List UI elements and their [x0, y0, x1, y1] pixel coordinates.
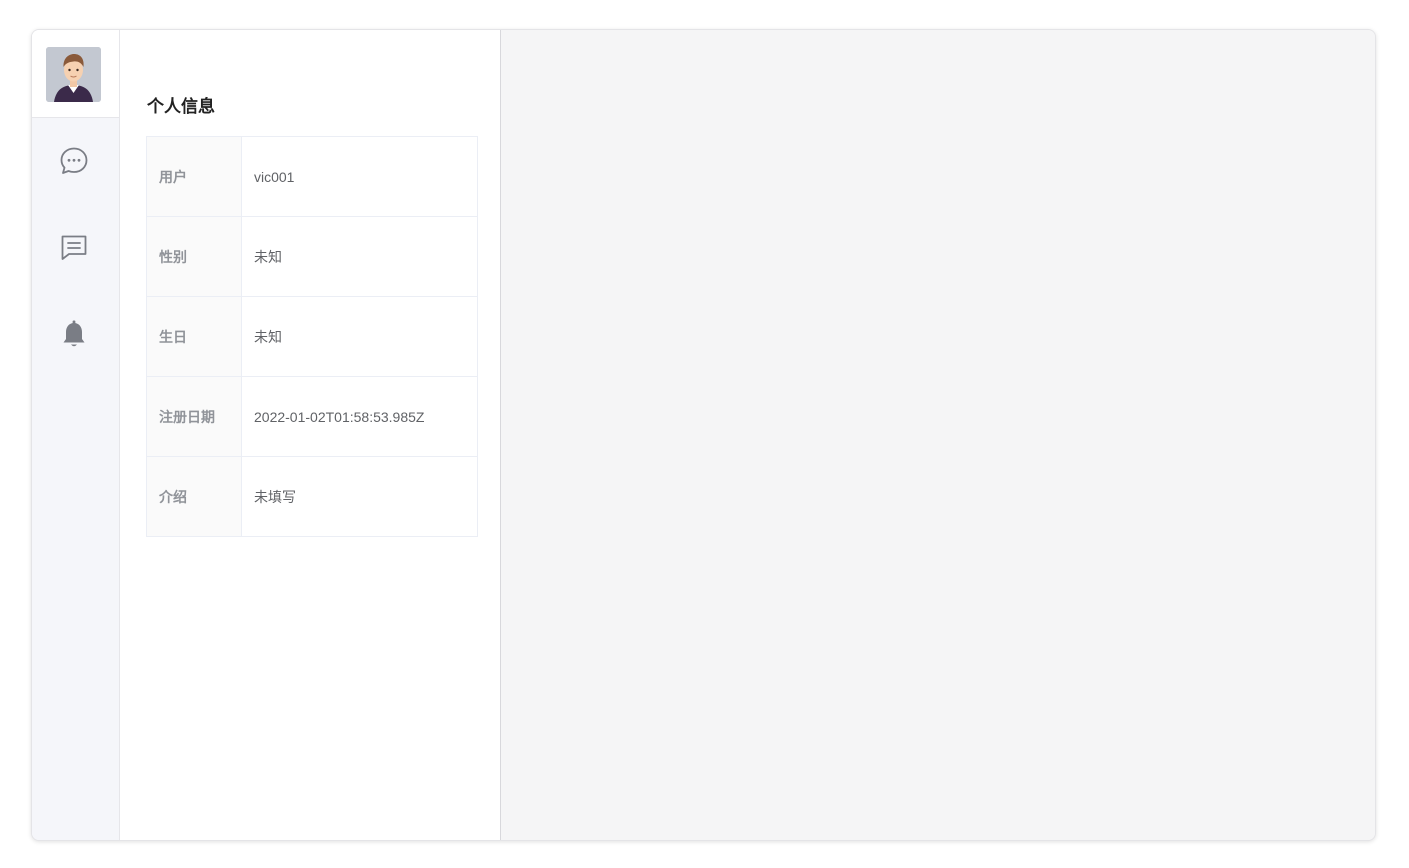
table-row: 性别 未知 [146, 216, 478, 297]
row-value-intro: 未填写 [241, 456, 478, 537]
profile-info-table: 用户 vic001 性别 未知 生日 未知 注册日期 2022-01-02T01… [146, 136, 478, 537]
bell-icon[interactable] [58, 318, 90, 350]
row-value-user: vic001 [241, 136, 478, 217]
sidebar [32, 30, 120, 840]
profile-panel: 个人信息 用户 vic001 性别 未知 生日 未知 注册日期 2022-01-… [120, 30, 501, 840]
table-row: 生日 未知 [146, 296, 478, 377]
row-value-gender: 未知 [241, 216, 478, 297]
row-label-gender: 性别 [146, 216, 242, 297]
row-label-birthday: 生日 [146, 296, 242, 377]
table-row: 注册日期 2022-01-02T01:58:53.985Z [146, 376, 478, 457]
row-value-birthday: 未知 [241, 296, 478, 377]
row-label-user: 用户 [146, 136, 242, 217]
page-title: 个人信息 [147, 97, 215, 116]
row-label-intro: 介绍 [146, 456, 242, 537]
chat-bubble-icon[interactable] [58, 145, 90, 177]
app-window: 个人信息 用户 vic001 性别 未知 生日 未知 注册日期 2022-01-… [31, 29, 1376, 841]
message-icon[interactable] [58, 231, 90, 263]
avatar[interactable] [46, 47, 101, 102]
avatar-container [32, 30, 119, 118]
row-label-register-date: 注册日期 [146, 376, 242, 457]
row-value-register-date: 2022-01-02T01:58:53.985Z [241, 376, 478, 457]
avatar-image [46, 47, 101, 102]
main-content-area [501, 30, 1375, 840]
table-row: 用户 vic001 [146, 136, 478, 217]
table-row: 介绍 未填写 [146, 456, 478, 537]
